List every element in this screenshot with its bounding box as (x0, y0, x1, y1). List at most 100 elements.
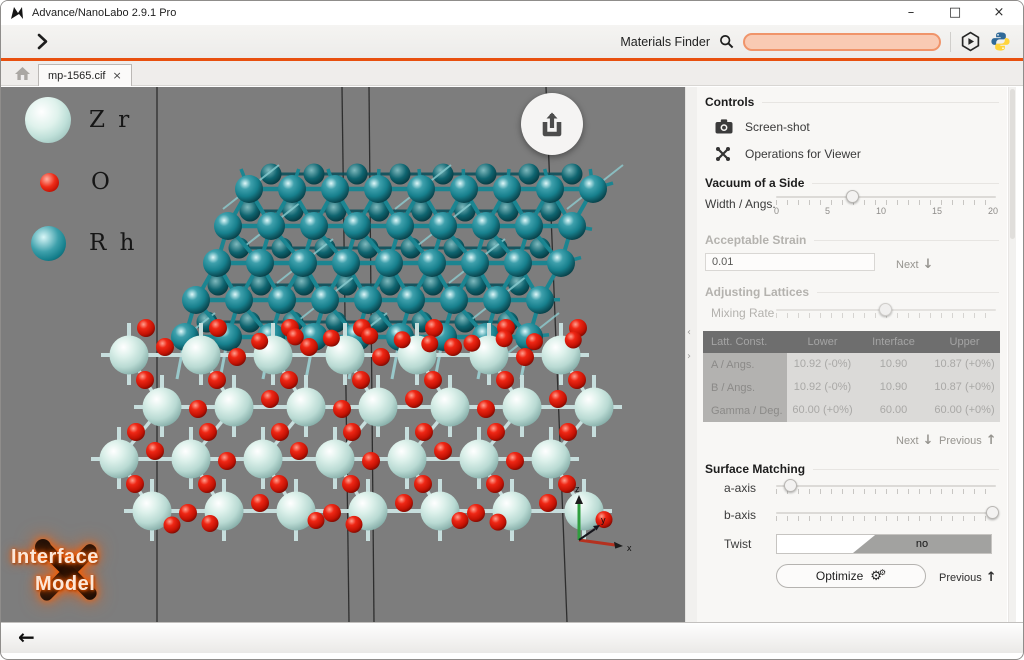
app-window: Advance/NanoLabo 2.9.1 Pro – □ × Materia… (0, 0, 1024, 660)
tab-mp-1565[interactable]: mp-1565.cif × (38, 64, 132, 86)
table-row-label: A / Angs. (703, 353, 787, 376)
down-arrow-icon: ↓ (923, 257, 934, 272)
table-previous-button: Previous ↑ (939, 433, 997, 448)
search-icon (719, 34, 734, 49)
materials-finder-input[interactable] (743, 33, 941, 51)
b-axis-slider[interactable] (776, 512, 996, 521)
axis-triad: z y x (553, 482, 653, 552)
legend-rh-label: R h (89, 230, 137, 256)
table-header-cell: Lower (787, 336, 858, 348)
b-axis-ticks (776, 516, 996, 521)
app-logo-icon (10, 6, 24, 20)
table-row: Gamma / Deg.60.00 (+0%)60.0060.00 (+0%) (703, 399, 1000, 422)
expand-menu-chevron-icon[interactable] (37, 33, 48, 50)
panel-scrollbar[interactable] (1008, 87, 1016, 622)
strain-next-button[interactable]: Next ↓ (896, 257, 934, 272)
strain-input[interactable] (705, 253, 875, 271)
vacuum-tick-label: 5 (825, 206, 830, 216)
vacuum-tick-label: 20 (988, 206, 998, 216)
materials-finder-label: Materials Finder (620, 35, 710, 49)
legend-zr-label: Z r (89, 107, 132, 133)
a-axis-ticks (776, 489, 996, 494)
vacuum-width-label: Width / Angs. (705, 197, 776, 211)
table-cell: 10.90 (858, 376, 929, 399)
interface-model-watermark: Interface Model (7, 525, 137, 617)
screenshot-button[interactable]: Screen-shot (745, 120, 810, 134)
close-button[interactable]: × (977, 1, 1021, 25)
table-header-cell: Interface (858, 336, 929, 348)
table-cell: 60.00 (+0%) (787, 399, 858, 422)
table-cell: 60.00 (+0%) (929, 399, 1000, 422)
table-row: A / Angs.10.92 (-0%)10.9010.87 (+0%) (703, 353, 1000, 376)
structure-viewer[interactable]: Z r O R h z y x (1, 87, 685, 622)
up-arrow-icon: ↑ (986, 433, 997, 448)
maximize-button[interactable]: □ (933, 1, 977, 25)
gears-icon: ⚙⚙ (870, 569, 886, 583)
mixing-rate-label: Mixing Rate (711, 306, 774, 320)
vacuum-slider-track[interactable] (776, 196, 996, 198)
strain-section-title: Acceptable Strain (705, 233, 999, 247)
surface-previous-label: Previous (939, 572, 982, 584)
panel-collapse-strip[interactable]: ‹ › (685, 87, 697, 622)
export-button[interactable] (521, 93, 583, 155)
table-row: B / Angs.10.92 (-0%)10.9010.87 (+0%) (703, 376, 1000, 399)
toolbar-separator (950, 32, 951, 52)
adjust-title-text: Adjusting Lattices (705, 285, 809, 299)
table-cell: 10.92 (-0%) (787, 376, 858, 399)
table-next-label: Next (896, 435, 919, 447)
camera-icon (715, 119, 733, 134)
toolbar: Materials Finder (1, 25, 1023, 58)
b-axis-thumb[interactable] (986, 506, 999, 519)
collapse-right-icon[interactable]: › (687, 351, 691, 362)
watermark-line2: Model (35, 573, 95, 596)
control-panel: Controls Screen-shot Operations for View… (697, 87, 1007, 622)
twist-label: Twist (724, 537, 751, 551)
strain-title-text: Acceptable Strain (705, 233, 806, 247)
vacuum-tick-label: 0 (774, 206, 779, 216)
down-arrow-icon: ↓ (923, 433, 934, 448)
vacuum-tick-label: 15 (932, 206, 942, 216)
vacuum-width-slider[interactable]: 05101520 (776, 196, 996, 216)
operations-icon (715, 146, 731, 162)
table-header-cell: Upper (929, 336, 1000, 348)
home-icon[interactable] (14, 66, 31, 81)
collapse-left-icon[interactable]: ‹ (687, 327, 691, 338)
window-controls: – □ × (889, 1, 1021, 25)
app-title: Advance/NanoLabo 2.9.1 Pro (32, 7, 176, 19)
b-axis-track[interactable] (776, 512, 996, 514)
optimize-label: Optimize (816, 569, 863, 583)
surface-previous-button[interactable]: Previous ↑ (939, 570, 997, 585)
minimize-button[interactable]: – (889, 1, 933, 25)
surface-title-text: Surface Matching (705, 462, 805, 476)
twist-toggle[interactable]: no (776, 534, 992, 554)
axis-x-label: x (627, 543, 632, 552)
up-arrow-icon: ↑ (986, 570, 997, 585)
optimize-button[interactable]: Optimize ⚙⚙ (776, 564, 926, 588)
molecule-hexagon-icon[interactable] (960, 31, 981, 52)
vacuum-slider-thumb[interactable] (846, 190, 859, 203)
bottom-bar: ← (1, 622, 1023, 653)
table-header-cell: Latt. Const. (703, 336, 787, 348)
operations-for-viewer-button[interactable]: Operations for Viewer (745, 147, 861, 161)
table-next-button: Next ↓ (896, 433, 934, 448)
python-icon[interactable] (990, 31, 1011, 52)
table-cell: 10.90 (858, 353, 929, 376)
vacuum-title-text: Vacuum of a Side (705, 176, 804, 190)
strain-next-label: Next (896, 259, 919, 271)
a-axis-slider[interactable] (776, 485, 996, 494)
legend-zr-sphere (25, 97, 71, 143)
axis-y-label: y (601, 515, 606, 525)
axis-z-label: z (575, 484, 580, 494)
panel-scrollbar-thumb[interactable] (1010, 89, 1015, 239)
vacuum-slider-ticks (776, 200, 996, 205)
legend-o-label: O (91, 169, 113, 195)
tab-close-icon[interactable]: × (112, 69, 121, 82)
back-button[interactable]: ← (18, 625, 35, 649)
table-header-row: Latt. Const.LowerInterfaceUpper (703, 331, 1000, 353)
adjust-section-title: Adjusting Lattices (705, 285, 999, 299)
legend-o-sphere (40, 173, 59, 192)
vacuum-tick-labels: 05101520 (774, 206, 998, 216)
table-cell: 60.00 (858, 399, 929, 422)
a-axis-track[interactable] (776, 485, 996, 487)
a-axis-label: a-axis (724, 481, 756, 495)
